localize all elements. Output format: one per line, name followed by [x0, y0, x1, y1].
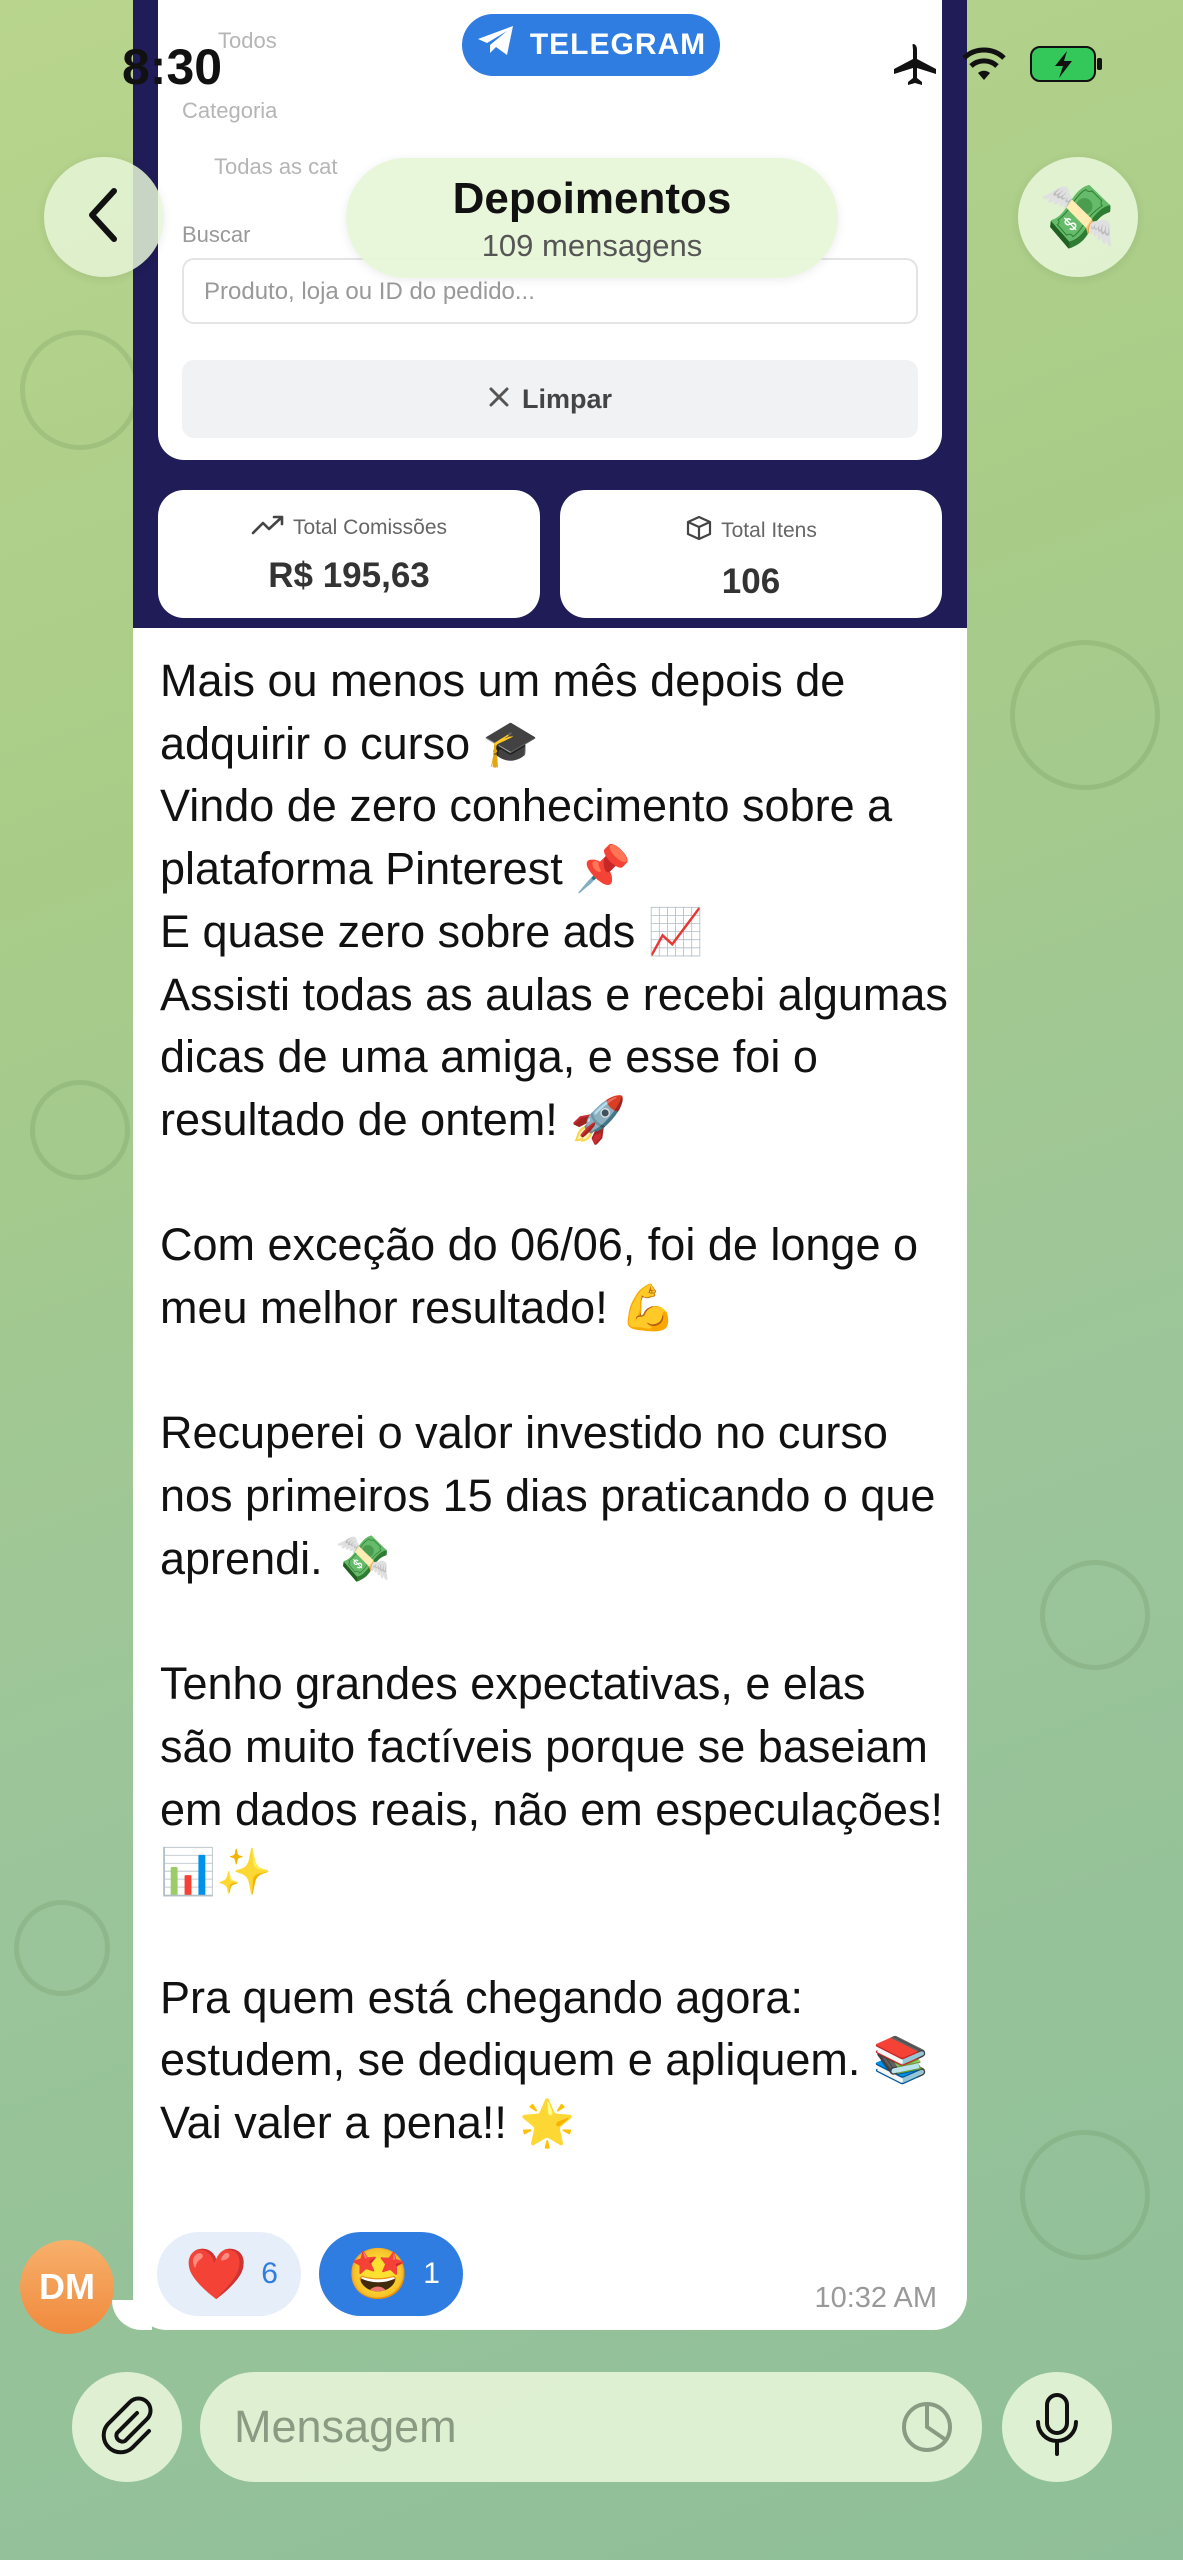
sender-avatar[interactable]: DM [20, 2240, 114, 2334]
stat-label: Total Comissões [292, 516, 448, 539]
background-doodle [1010, 640, 1160, 790]
stat-value: R$ 195,63 [268, 556, 430, 595]
battery-charging-icon [1029, 45, 1105, 88]
close-icon [488, 384, 510, 415]
wifi-icon [961, 46, 1007, 87]
reaction-star-struck[interactable]: 🤩 1 [319, 2232, 463, 2316]
stat-value: 106 [721, 562, 781, 601]
reaction-count: 1 [423, 2257, 440, 2290]
star-struck-icon: 🤩 [347, 2245, 410, 2302]
search-label: Buscar [182, 222, 251, 247]
reaction-count: 6 [261, 2257, 278, 2290]
money-wings-icon: 💸 [1039, 182, 1117, 252]
telegram-pill-label: TELEGRAM [529, 28, 707, 61]
telegram-pill[interactable]: TELEGRAM [462, 14, 720, 76]
attach-button[interactable] [72, 2372, 182, 2482]
background-doodle [14, 1900, 110, 1996]
background-doodle [30, 1080, 130, 1180]
paperclip-icon [97, 2395, 157, 2460]
reactions: ❤️ 6 🤩 1 [157, 2232, 463, 2316]
heart-icon: ❤️ [185, 2245, 248, 2302]
airplane-icon [891, 42, 939, 91]
chat-title: Depoimentos [452, 174, 732, 223]
message-text: Mais ou menos um mês depois de adquirir … [160, 655, 948, 2149]
microphone-button[interactable] [1002, 2372, 1112, 2482]
back-button[interactable] [44, 157, 164, 277]
faded-label: Todas as cat [214, 154, 338, 179]
message-input-placeholder: Mensagem [234, 2401, 457, 2452]
stat-label: Total Itens [721, 519, 817, 542]
message-timestamp: 10:32 AM [814, 2282, 937, 2314]
clear-button: Limpar [182, 360, 918, 438]
chat-title-pill[interactable]: Depoimentos 109 mensagens [346, 158, 838, 278]
message-bubble[interactable]: Todos Categoria Todas as cat Buscar Prod… [133, 0, 967, 2330]
clear-button-label: Limpar [521, 383, 613, 414]
background-doodle [1040, 1560, 1150, 1670]
chevron-left-icon [84, 187, 124, 248]
package-icon [685, 514, 713, 548]
background-doodle [20, 330, 140, 450]
stat-card-items: Total Itens 106 [560, 490, 942, 618]
background-doodle [1020, 2130, 1150, 2260]
trending-up-icon [251, 514, 285, 542]
status-bar: 8:30 TELEGRAM [0, 0, 1183, 130]
chat-subtitle: 109 mensagens [481, 228, 703, 263]
sticker-icon[interactable] [900, 2400, 954, 2465]
microphone-icon [1032, 2392, 1082, 2463]
reaction-heart[interactable]: ❤️ 6 [157, 2232, 301, 2316]
status-time: 8:30 [122, 39, 223, 95]
status-icons [891, 42, 1105, 91]
telegram-plane-icon [476, 24, 516, 66]
channel-avatar[interactable]: 💸 [1018, 157, 1138, 277]
message-input[interactable]: Mensagem [200, 2372, 982, 2482]
stat-card-commissions: Total Comissões R$ 195,63 [158, 490, 540, 618]
